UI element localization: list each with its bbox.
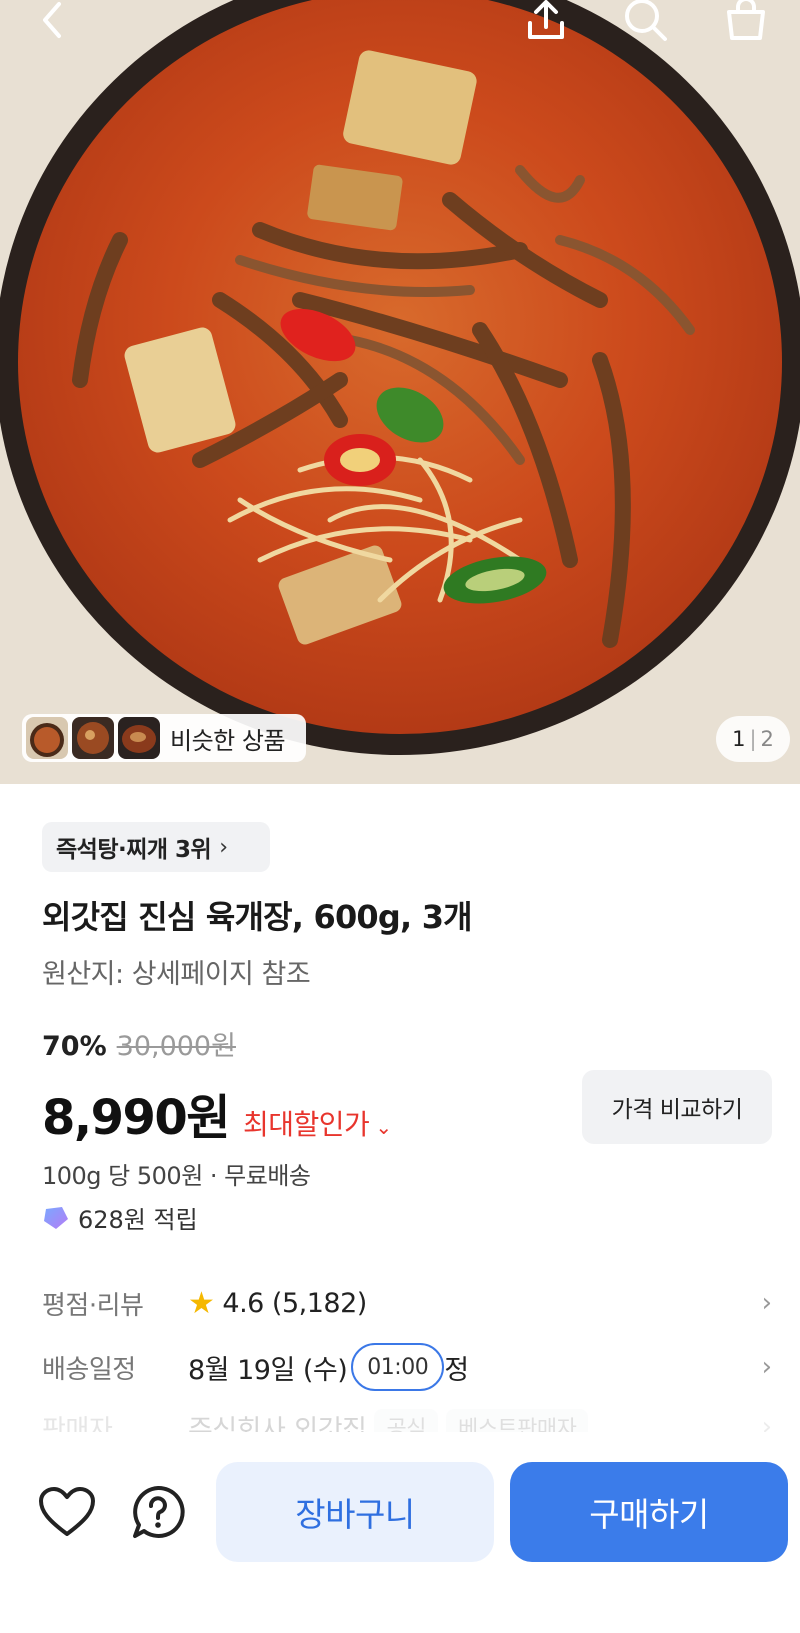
similar-products-label: 비슷한 상품 xyxy=(170,726,286,755)
rating-review-row[interactable]: 평점·리뷰 ★ 4.6 (5,182) › xyxy=(42,1278,772,1328)
points-icon xyxy=(44,1206,68,1229)
price-row: 8,990원 최대할인가 ⌄ xyxy=(42,1078,392,1148)
product-origin: 원산지: 상세페이지 참조 xyxy=(42,959,311,990)
reward-points: 628원 적립 xyxy=(42,1200,198,1235)
chevron-down-icon: ⌄ xyxy=(375,1115,392,1139)
top-navigation xyxy=(0,0,800,50)
original-price: 30,000원 xyxy=(116,1031,236,1062)
delivery-suffix: 정 xyxy=(444,1354,469,1386)
discount-rate: 70% xyxy=(42,1031,107,1062)
shopping-bag-icon[interactable] xyxy=(718,0,774,46)
unit-price-shipping: 100g 당 500원 · 무료배송 xyxy=(42,1162,311,1190)
product-title: 외갓집 진심 육개장, 600g, 3개 xyxy=(42,898,473,936)
points-text: 628원 적립 xyxy=(78,1206,198,1234)
share-icon[interactable] xyxy=(518,0,574,46)
similar-thumbnail xyxy=(72,717,114,759)
category-rank-chip[interactable]: 즉석탕·찌개 3위 › xyxy=(42,822,270,872)
heart-icon[interactable] xyxy=(38,1486,96,1542)
rating-value: 4.6 (5,182) xyxy=(222,1287,367,1319)
delivery-label: 배송일정 xyxy=(42,1354,136,1385)
search-icon[interactable] xyxy=(618,0,674,46)
buy-now-button[interactable]: 구매하기 xyxy=(510,1462,788,1562)
total-pages: 2 xyxy=(760,727,774,751)
current-page: 1 xyxy=(732,727,746,751)
discount-row: 70% 30,000원 xyxy=(42,1024,236,1063)
star-icon: ★ xyxy=(188,1285,215,1321)
max-discount-toggle[interactable]: 최대할인가 ⌄ xyxy=(243,1103,392,1143)
product-image[interactable]: 비슷한 상품 1 | 2 xyxy=(0,0,800,784)
rank-label: 즉석탕·찌개 3위 xyxy=(56,837,212,863)
chevron-right-icon: › xyxy=(761,1352,772,1382)
yukgaejang-photo xyxy=(0,0,800,784)
image-page-indicator: 1 | 2 xyxy=(716,716,790,762)
similar-thumbnail xyxy=(26,717,68,759)
delivery-time-badge: 01:00 xyxy=(351,1343,445,1391)
delivery-schedule-row[interactable]: 배송일정 8월 19일 (수) 01:00 정 › xyxy=(42,1342,772,1392)
question-icon[interactable] xyxy=(130,1484,186,1544)
price-compare-button[interactable]: 가격 비교하기 xyxy=(582,1070,772,1144)
delivery-date: 8월 19일 (수) xyxy=(188,1354,348,1386)
chevron-right-icon: › xyxy=(219,834,228,860)
chevron-right-icon: › xyxy=(761,1288,772,1318)
chevron-left-icon[interactable] xyxy=(24,0,80,46)
similar-products-button[interactable]: 비슷한 상품 xyxy=(22,714,306,762)
bottom-action-bar: 장바구니 구매하기 xyxy=(0,1432,800,1633)
similar-thumbnail xyxy=(118,717,160,759)
sale-price: 8,990원 xyxy=(42,1090,231,1146)
page-separator: | xyxy=(749,727,757,751)
max-discount-label: 최대할인가 xyxy=(243,1108,370,1141)
add-to-cart-button[interactable]: 장바구니 xyxy=(216,1462,494,1562)
rating-label: 평점·리뷰 xyxy=(42,1290,144,1321)
